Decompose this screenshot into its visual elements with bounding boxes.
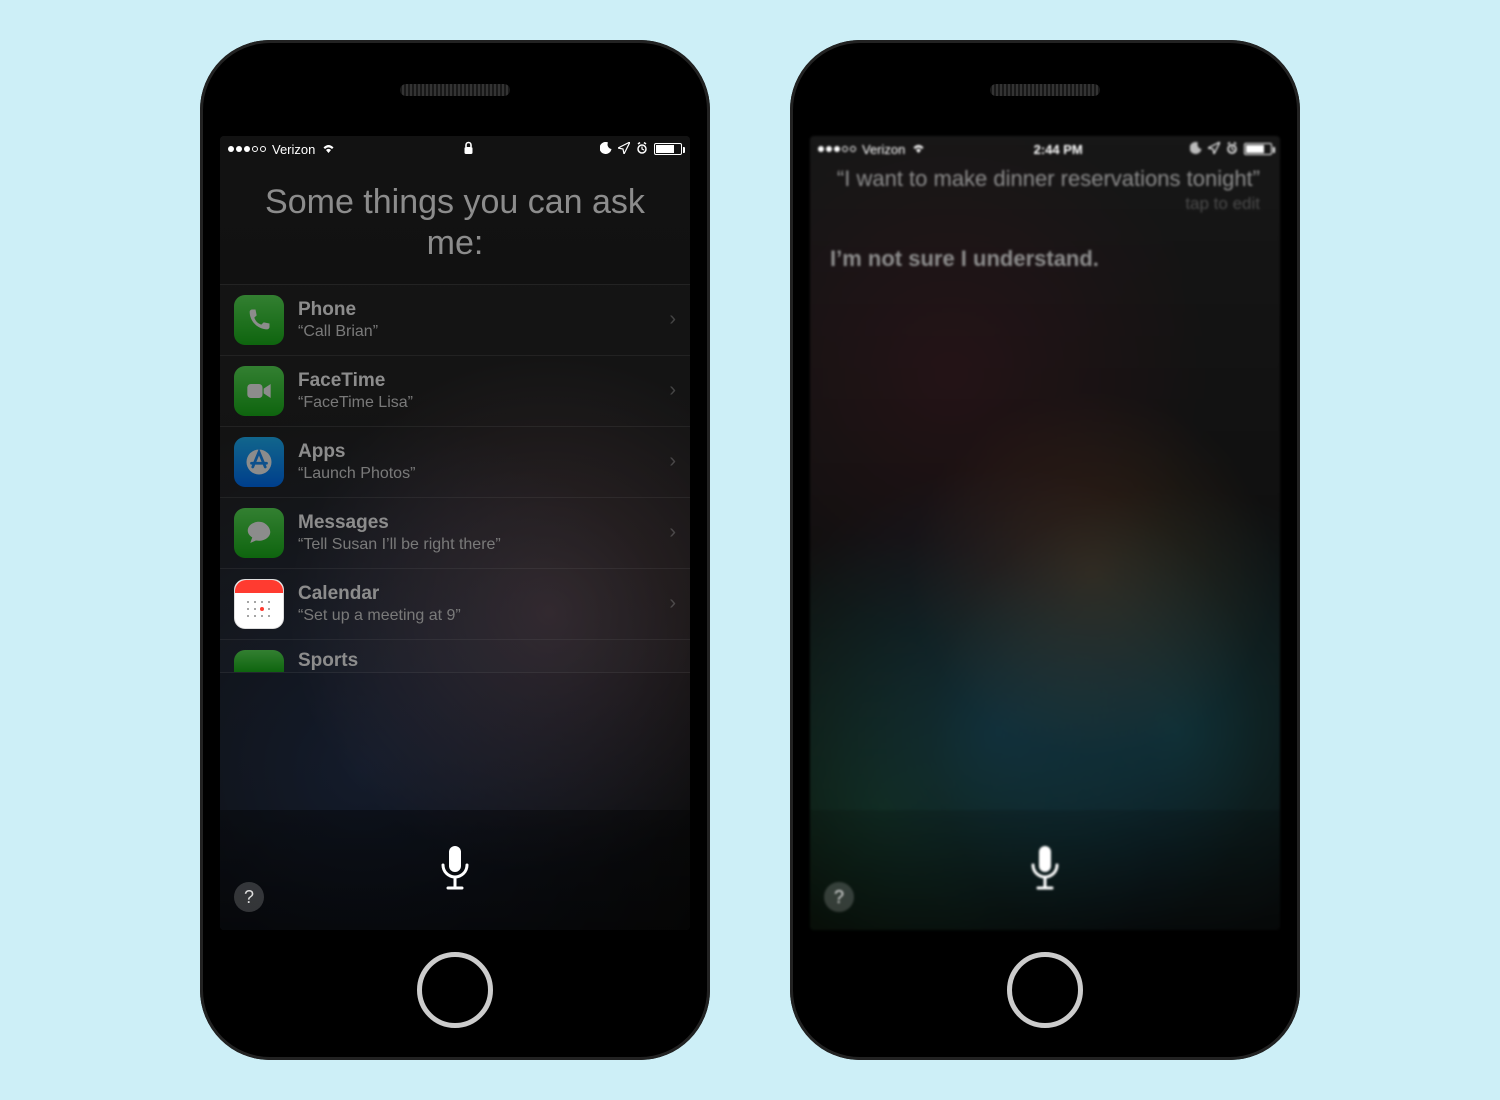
carrier-label: Verizon [862,142,905,157]
speaker-grille [400,84,510,96]
moon-icon [600,142,612,157]
help-button[interactable]: ? [234,882,264,912]
calendar-app-icon [234,579,284,629]
wifi-icon [321,142,336,157]
help-icon: ? [834,887,844,908]
battery-icon [654,143,682,155]
microphone-icon[interactable] [438,843,472,898]
location-arrow-icon [1208,142,1220,157]
alarm-icon [1226,142,1238,157]
phone-left-frame: Verizon [200,40,710,1060]
siri-suggestions-screen: Verizon [220,136,690,930]
signal-dots-icon [818,146,856,152]
siri-bottom-bar: ? [810,810,1280,930]
status-bar: Verizon 2:44 PM [810,136,1280,162]
home-button[interactable] [417,952,493,1028]
microphone-icon[interactable] [1028,843,1062,898]
location-arrow-icon [618,142,630,157]
help-icon: ? [244,887,254,908]
status-time: 2:44 PM [926,142,1190,157]
home-button[interactable] [1007,952,1083,1028]
speaker-grille [990,84,1100,96]
help-button[interactable]: ? [824,882,854,912]
phone-right-frame: Verizon 2:44 PM “I want to make dinner [790,40,1300,1060]
moon-icon [1190,142,1202,157]
siri-bottom-bar: ? [220,810,690,930]
alarm-icon [636,142,648,157]
siri-response-screen: Verizon 2:44 PM “I want to make dinner [810,136,1280,930]
battery-icon [1244,143,1272,155]
wifi-icon [911,142,926,157]
lock-icon [463,143,474,158]
signal-dots-icon [228,146,266,152]
carrier-label: Verizon [272,142,315,157]
status-bar: Verizon [220,136,690,162]
